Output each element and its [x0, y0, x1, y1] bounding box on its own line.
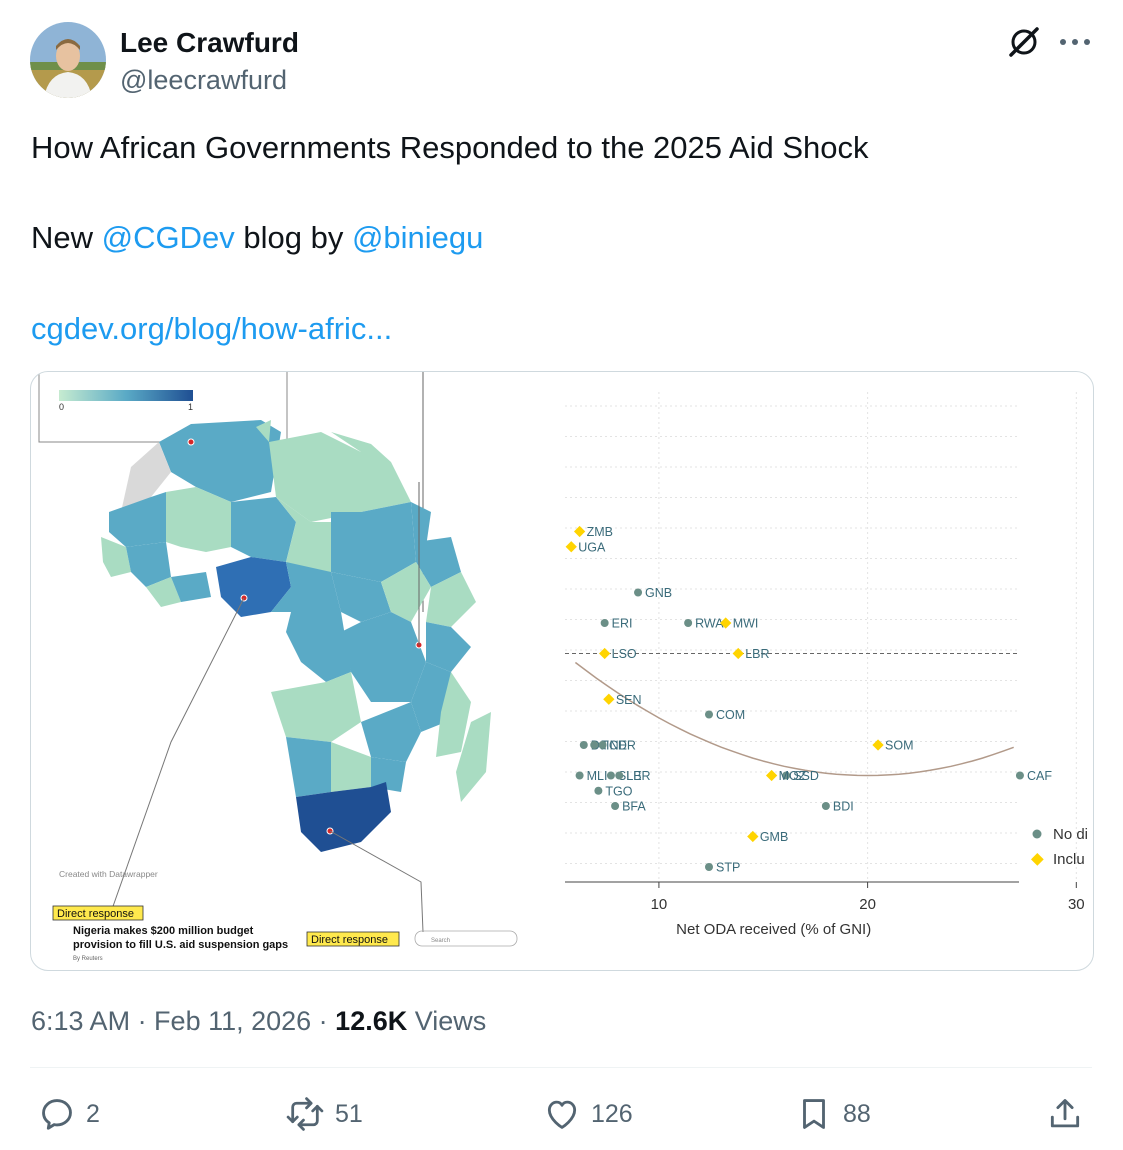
point-lbr — [615, 771, 624, 780]
author-name[interactable]: Lee Crawfurd — [120, 26, 299, 60]
point-label-sen: SEN — [616, 693, 642, 707]
point-label-com: COM — [716, 708, 745, 722]
more-options-icon[interactable] — [1052, 22, 1098, 62]
legend-gradient — [59, 390, 193, 401]
share-icon — [1050, 1099, 1080, 1128]
point-tgo — [594, 786, 603, 795]
x-tick-label: 20 — [859, 896, 876, 913]
fit-curve — [574, 661, 1014, 777]
point-label-lbr: LBR — [745, 647, 769, 661]
tweet-time[interactable]: 6:13 AM · Feb 11, 2026 · — [31, 1006, 335, 1036]
map-credit: Created with Datawrapper — [59, 869, 158, 879]
reply-button[interactable]: 2 — [38, 1090, 100, 1138]
mention-biniegu[interactable]: @biniegu — [352, 220, 483, 255]
point-com — [705, 710, 713, 719]
point-label-ner: NER — [610, 739, 636, 753]
point-bdi — [821, 802, 830, 810]
legend-marker-circle — [1032, 829, 1042, 839]
tweet-media[interactable]: 0 1 Created with Datawrapper Direct resp… — [30, 371, 1094, 971]
article-headline-2: provision to fill U.S. aid suspension ga… — [73, 939, 288, 951]
point-label-rwa: RWA — [695, 617, 724, 631]
point-label-uga: UGA — [578, 540, 606, 554]
point-sen — [603, 693, 615, 705]
reply-icon — [42, 1099, 72, 1130]
repost-icon — [286, 1097, 324, 1131]
repost-button[interactable]: 51 — [285, 1090, 363, 1138]
reply-count: 2 — [86, 1099, 100, 1128]
tweet-text-prefix: New — [31, 220, 102, 255]
divider — [30, 1067, 1092, 1068]
tweet-text-mid: blog by — [234, 220, 352, 255]
legend-min-label: 0 — [59, 402, 64, 412]
point-mli — [575, 771, 584, 780]
africa-map — [101, 420, 491, 852]
point-som — [872, 739, 884, 751]
point-ner — [598, 741, 607, 749]
share-button[interactable] — [1046, 1090, 1084, 1138]
point-label-stp: STP — [716, 861, 740, 875]
views-label: Views — [407, 1006, 487, 1036]
heart-icon — [547, 1100, 577, 1129]
point-label-moz: MOZ — [779, 769, 807, 783]
point-sle — [606, 771, 615, 780]
tweet-credit-line: New @CGDev blog by @biniegu — [31, 219, 483, 257]
author-handle[interactable]: @leecrawfurd — [120, 64, 287, 96]
media-image: 0 1 Created with Datawrapper Direct resp… — [38, 372, 1088, 962]
bookmark-button[interactable]: 88 — [795, 1090, 871, 1138]
x-axis-label: Net ODA received (% of GNI) — [676, 921, 871, 938]
bookmark-icon — [803, 1099, 825, 1129]
legend-label: Inclu — [1053, 851, 1085, 868]
point-label-tgo: TGO — [605, 784, 632, 798]
point-label-bfa: BFA — [622, 800, 646, 814]
point-bfa — [611, 802, 620, 810]
article-byline: By Reuters — [73, 956, 103, 962]
point-label-caf: CAF — [1027, 769, 1052, 783]
x-tick-label: 30 — [1068, 896, 1085, 913]
article-headline-1: Nigeria makes $200 million budget — [73, 925, 254, 937]
point-uga — [565, 541, 577, 553]
callout-left-label: Direct response — [57, 908, 134, 920]
blog-link[interactable]: cgdev.org/blog/how-afric... — [31, 310, 392, 348]
point-lbr — [732, 647, 744, 660]
callout-right-label: Direct response — [311, 934, 388, 946]
point-eri — [600, 619, 609, 627]
point-label-gmb: GMB — [760, 830, 788, 844]
point-label-bdi: BDI — [833, 800, 854, 814]
x-tick-label: 10 — [651, 896, 668, 913]
article-search-placeholder: Search — [431, 938, 450, 944]
mention-cgdev[interactable]: @CGDev — [102, 220, 235, 255]
avatar[interactable] — [30, 22, 106, 98]
point-label-mli: MLI — [587, 769, 608, 783]
point-label-gnb: GNB — [645, 586, 672, 600]
point-tcd — [590, 741, 599, 749]
point-label-mwi: MWI — [733, 617, 759, 631]
legend-max-label: 1 — [188, 402, 193, 412]
bookmark-count: 88 — [843, 1099, 871, 1128]
point-dji — [579, 741, 588, 749]
like-count: 126 — [591, 1099, 633, 1128]
point-label-lbr: LBR — [626, 769, 650, 783]
point-label-lso: LSO — [612, 647, 637, 661]
scatter-plot: 10 20 30 Net ODA received (% of GNI) GNB CAF B… — [565, 392, 1088, 938]
point-gnb — [634, 588, 643, 597]
point-stp — [705, 863, 713, 871]
legend-label: No di — [1053, 826, 1088, 843]
repost-count: 51 — [335, 1099, 363, 1128]
like-button[interactable]: 126 — [543, 1090, 633, 1138]
grok-icon[interactable] — [1004, 22, 1044, 62]
point-label-eri: ERI — [612, 617, 633, 631]
point-label-zmb: ZMB — [587, 525, 613, 539]
tweet-title: How African Governments Responded to the… — [31, 130, 869, 165]
point-rwa — [684, 619, 693, 627]
point-label-som: SOM — [885, 739, 913, 753]
tweet-meta: 6:13 AM · Feb 11, 2026 · 12.6K Views — [31, 1001, 486, 1041]
views-count: 12.6K — [335, 1006, 408, 1036]
point-caf — [1015, 771, 1024, 780]
legend-marker-diamond — [1030, 852, 1044, 866]
